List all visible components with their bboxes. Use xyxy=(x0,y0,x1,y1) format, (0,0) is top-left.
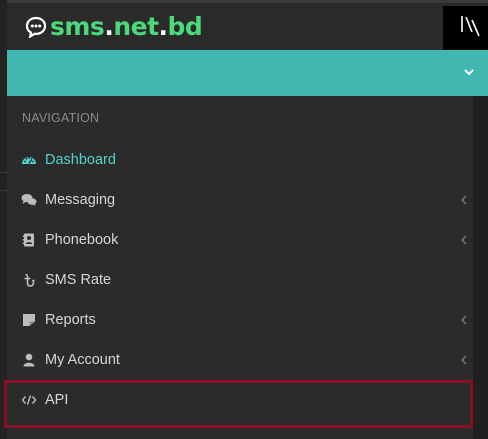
sidebar-item-dashboard[interactable]: Dashboard xyxy=(7,140,473,180)
brand-name-part3: bd xyxy=(167,12,203,41)
address-book-icon xyxy=(21,233,37,247)
dashboard-gauge-icon xyxy=(21,153,37,167)
user-icon xyxy=(21,353,37,367)
sidebar-item-label: My Account xyxy=(45,352,120,368)
taka-currency-icon xyxy=(21,273,37,287)
brand-name-dot1: . xyxy=(104,12,114,41)
sidebar-item-phonebook[interactable]: Phonebook xyxy=(7,220,473,260)
sidebar-toggle-bar[interactable] xyxy=(7,50,488,96)
sidebar-item-api[interactable]: API xyxy=(7,380,473,420)
sidebar-item-label: SMS Rate xyxy=(45,272,112,288)
brand-name-dot2: . xyxy=(158,12,169,41)
top-right-logo-box xyxy=(443,6,488,50)
sidebar-item-my-account[interactable]: My Account xyxy=(7,340,473,380)
code-icon xyxy=(21,393,37,407)
brand-logo[interactable]: sms.net.bd xyxy=(25,12,203,42)
chevron-left-icon xyxy=(461,315,467,325)
nav-heading: NAVIGATION xyxy=(22,111,100,125)
screenshot-frame: sms.net.bd NAVIGATION Dashboard Messagin… xyxy=(0,0,488,439)
brand-name-part1: sms xyxy=(50,12,105,41)
brand-name-part2: net xyxy=(113,12,159,41)
left-edge-strip xyxy=(0,0,7,439)
top-brand-bar: sms.net.bd xyxy=(7,0,488,50)
sidebar-item-messaging[interactable]: Messaging xyxy=(7,180,473,220)
sidebar-item-sms-rate[interactable]: SMS Rate xyxy=(7,260,473,300)
chevron-left-icon xyxy=(461,355,467,365)
sticky-note-icon xyxy=(21,313,37,327)
slash-marks-icon xyxy=(461,16,480,37)
sidebar-item-label: API xyxy=(45,392,69,408)
chevron-left-icon xyxy=(461,235,467,245)
sidebar-item-label: Dashboard xyxy=(45,152,116,168)
chat-logo-icon xyxy=(25,16,47,38)
chevron-left-icon xyxy=(461,195,467,205)
brand-name: sms.net.bd xyxy=(50,12,203,42)
chat-bubbles-icon xyxy=(21,193,37,207)
sidebar-navigation: NAVIGATION Dashboard Messaging Phonebook… xyxy=(7,96,473,439)
sidebar-item-label: Reports xyxy=(45,312,96,328)
sidebar-item-label: Messaging xyxy=(45,192,116,208)
sidebar-item-reports[interactable]: Reports xyxy=(7,300,473,340)
sidebar-item-label: Phonebook xyxy=(45,232,119,248)
chevron-down-icon[interactable] xyxy=(462,65,476,79)
